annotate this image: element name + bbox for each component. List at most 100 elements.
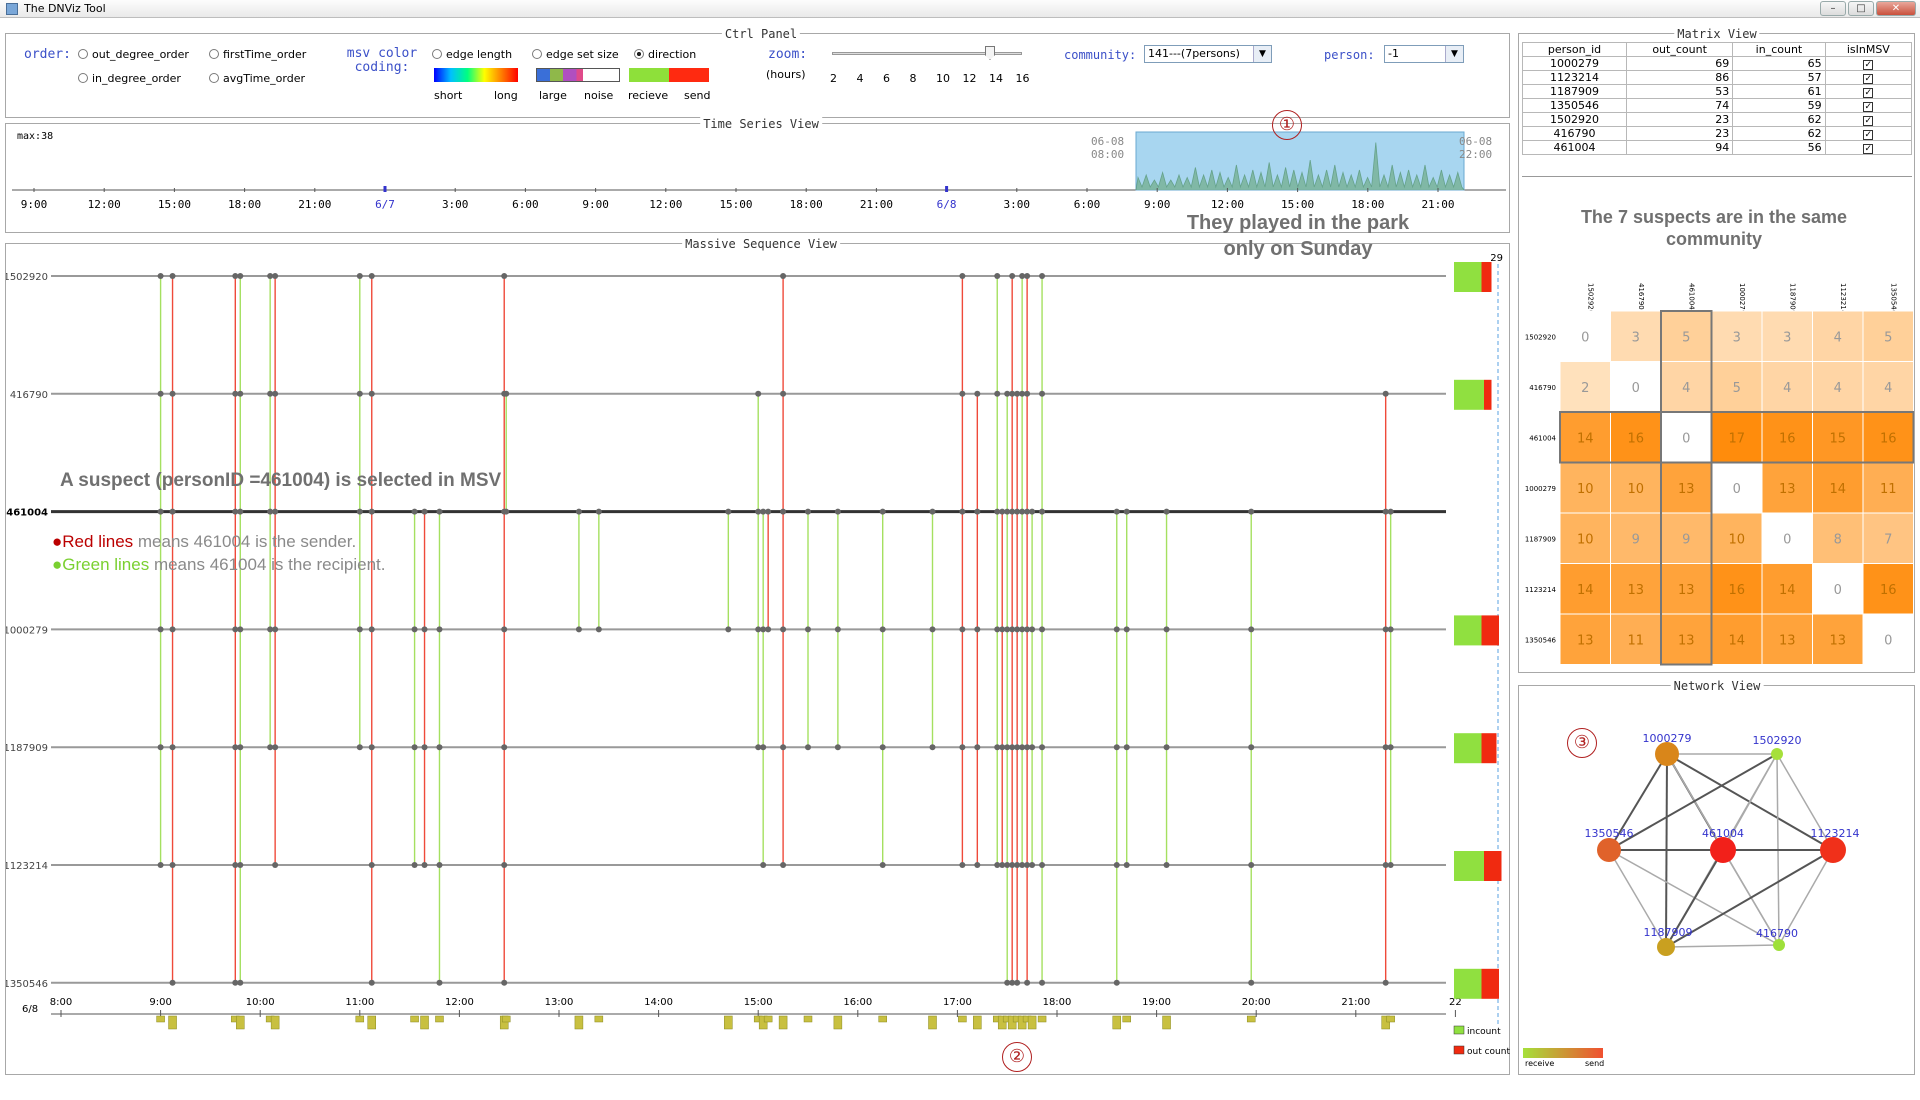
in-msv-checkbox[interactable]: ✓ — [1863, 60, 1874, 70]
network-node-label: 416790 — [1756, 927, 1798, 940]
msv-radio-direction[interactable]: direction — [634, 48, 696, 61]
community-value: 141---(7persons) — [1148, 47, 1240, 60]
network-node-label: 1350546 — [1585, 827, 1634, 840]
minimize-button[interactable]: – — [1820, 1, 1846, 16]
heatmap-value: 0 — [1783, 532, 1791, 547]
heatmap-value: 0 — [1682, 431, 1690, 446]
event-dot — [780, 273, 787, 279]
column-header[interactable]: person_id — [1522, 42, 1627, 57]
event-dot — [834, 626, 841, 633]
event-dot — [1029, 862, 1036, 868]
table-row[interactable]: 416790 23 62 ✓ — [1522, 126, 1913, 141]
table-row[interactable]: 1350546 74 59 ✓ — [1522, 98, 1913, 113]
event-dot — [272, 508, 279, 515]
heatmap-value: 13 — [1627, 583, 1644, 598]
maximize-button[interactable]: □ — [1848, 1, 1874, 16]
column-header[interactable]: in_count — [1732, 42, 1826, 57]
event-dot — [356, 390, 363, 397]
in-msv-checkbox[interactable]: ✓ — [1863, 74, 1874, 84]
event-dot — [157, 862, 164, 868]
time-tick-label: 6:00 — [512, 198, 539, 211]
network-node — [1771, 748, 1783, 760]
matrix-table[interactable]: person_id out_count in_count isInMSV 100027… — [1522, 42, 1913, 155]
column-header[interactable]: out_count — [1625, 42, 1734, 57]
table-row[interactable]: 1123214 86 57 ✓ — [1522, 70, 1913, 85]
table-cell: 74 — [1625, 98, 1734, 113]
table-cell: ✓ — [1824, 112, 1913, 127]
edge-length-long: long — [494, 89, 518, 102]
event-dot — [411, 862, 418, 868]
community-dropdown[interactable]: 141---(7persons) ▼ — [1144, 45, 1272, 63]
adjacency-heatmap[interactable]: 1502920 416790 461004 1000279 1187909 1123214… — [1522, 279, 1914, 669]
msv-chart[interactable]: 1502920 416790 461004 1000279 1187909 1123214… — [6, 244, 1511, 1076]
event-dot — [760, 744, 767, 751]
in-msv-checkbox[interactable]: ✓ — [1863, 102, 1874, 112]
event-dot — [834, 744, 841, 751]
event-dot — [411, 626, 418, 633]
table-row[interactable]: 1502920 23 62 ✓ — [1522, 112, 1913, 127]
heatmap-value: 13 — [1678, 482, 1695, 497]
zoom-slider-thumb[interactable] — [985, 46, 995, 60]
time-tick-label: 15:00 — [158, 198, 191, 211]
network-graph[interactable]: 1000279 1502920 1350546 461004 1123214 118790… — [1519, 686, 1916, 1076]
msv-radio-edge-set-size[interactable]: edge set size — [532, 48, 619, 61]
divider — [1522, 176, 1912, 177]
time-tick-label: 18:00 — [228, 198, 261, 211]
ctrl-panel: Ctrl Panel order: out_degree_order first… — [5, 27, 1510, 118]
time-tick-label: 6/7 — [375, 198, 395, 211]
order-radio-first-time[interactable]: firstTime_order — [209, 48, 306, 61]
count-bar — [270, 1015, 280, 1030]
person-dropdown[interactable]: -1 ▼ — [1384, 45, 1464, 63]
count-bar — [574, 1015, 584, 1030]
network-legend-send: send — [1585, 1059, 1605, 1068]
msv-radio-edge-length[interactable]: edge length — [432, 48, 512, 61]
in-msv-checkbox[interactable]: ✓ — [1863, 144, 1874, 154]
radio-label: edge set size — [546, 48, 619, 61]
event-dot — [169, 862, 176, 868]
heatmap-value: 16 — [1728, 583, 1745, 598]
order-radio-in-degree[interactable]: in_degree_order — [78, 72, 181, 85]
time-tick-label: 15:00 — [719, 198, 752, 211]
in-msv-checkbox[interactable]: ✓ — [1863, 116, 1874, 126]
event-dot — [725, 626, 732, 633]
close-button[interactable]: ✕ — [1876, 1, 1916, 16]
heatmap-value: 13 — [1577, 633, 1594, 648]
time-tick-label: 18:00 — [790, 198, 823, 211]
event-dot — [421, 626, 428, 633]
table-cell: 53 — [1625, 84, 1734, 99]
red-lines-text: means 461004 is the sender. — [133, 532, 357, 551]
count-bar — [501, 1015, 511, 1023]
green-bullet: ● — [52, 555, 63, 574]
red-lines-label: Red lines — [62, 532, 134, 551]
event-dot — [1029, 626, 1036, 633]
radio-selected-icon — [634, 49, 644, 59]
heatmap-value: 13 — [1678, 633, 1695, 648]
table-row[interactable]: 461004 94 56 ✓ — [1522, 140, 1913, 155]
count-bar — [973, 1015, 982, 1030]
table-cell: ✓ — [1824, 140, 1913, 155]
in-msv-checkbox[interactable]: ✓ — [1863, 130, 1874, 140]
table-row[interactable]: 1000279 69 65 ✓ — [1522, 56, 1913, 71]
count-max-label: 29 — [1490, 253, 1503, 264]
column-header[interactable]: isInMSV — [1824, 42, 1913, 57]
event-dot — [879, 862, 886, 868]
heatmap-row-label: 1350546 — [1525, 636, 1557, 644]
table-cell: 62 — [1732, 112, 1826, 127]
event-dot — [879, 626, 886, 633]
event-dot — [157, 390, 164, 397]
in-msv-checkbox[interactable]: ✓ — [1863, 88, 1874, 98]
event-dot — [368, 273, 375, 279]
person-label: 416790 — [10, 390, 48, 401]
msv-tick-label: 19:00 — [1142, 997, 1171, 1008]
radio-icon — [78, 73, 88, 83]
event-dot — [157, 626, 164, 633]
incount-bar — [1454, 262, 1482, 292]
table-cell: 23 — [1625, 126, 1734, 141]
table-row[interactable]: 1187909 53 61 ✓ — [1522, 84, 1913, 99]
table-cell: ✓ — [1824, 56, 1913, 71]
order-radio-avg-time[interactable]: avgTime_order — [209, 72, 305, 85]
event-dot — [368, 979, 375, 986]
event-dot — [503, 390, 510, 397]
order-radio-out-degree[interactable]: out_degree_order — [78, 48, 189, 61]
time-tick-label: 6/8 — [937, 198, 957, 211]
